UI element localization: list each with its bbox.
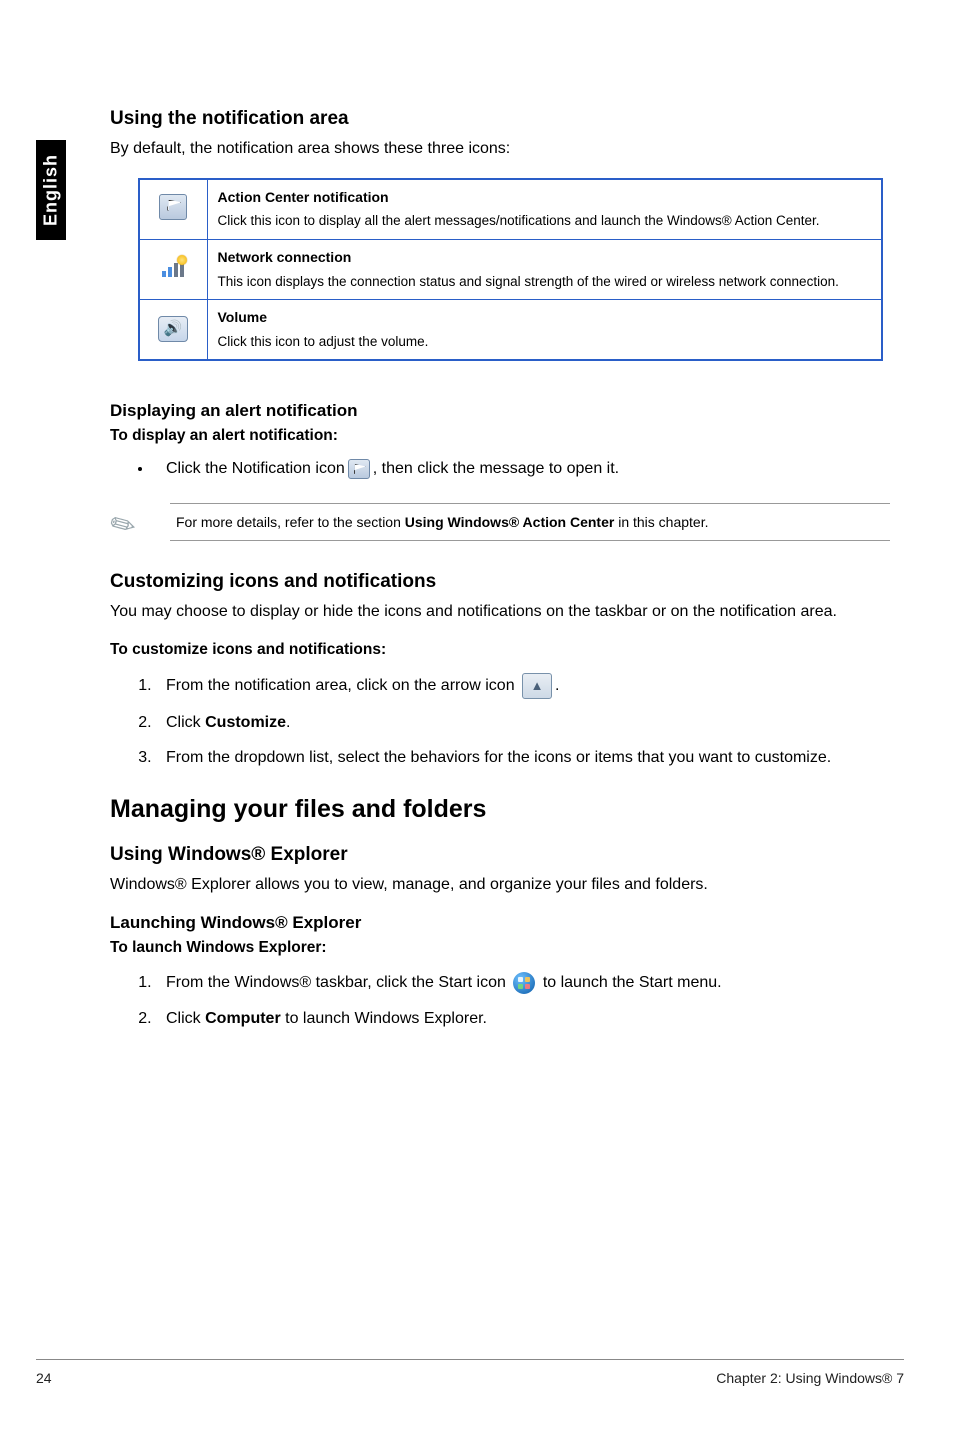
step-text-pre: From the Windows® taskbar, click the Sta… xyxy=(166,974,510,991)
network-icon xyxy=(159,255,187,279)
subhead-customize: To customize icons and notifications: xyxy=(110,641,890,659)
side-tab-english: English xyxy=(36,140,66,240)
text-customize-intro: You may choose to display or hide the ic… xyxy=(110,601,890,623)
step-text: From the dropdown list, select the behav… xyxy=(166,749,831,766)
arrow-up-icon: ▲ xyxy=(522,673,552,699)
row-title: Network connection xyxy=(218,248,872,267)
pencil-icon: ✎ xyxy=(105,498,156,545)
step-text-bold: Computer xyxy=(205,1010,281,1027)
cell-desc: Action Center notification Click this ic… xyxy=(207,179,882,240)
bullet-text-pre: Click the Notification icon xyxy=(166,460,345,478)
table-row: 🔊 Volume Click this icon to adjust the v… xyxy=(139,299,882,360)
customize-steps: From the notification area, click on the… xyxy=(110,673,890,769)
notification-icons-table: Action Center notification Click this ic… xyxy=(138,178,883,361)
step-text-bold: Customize xyxy=(205,714,286,731)
note-pre: For more details, refer to the section xyxy=(176,514,405,530)
list-item: From the notification area, click on the… xyxy=(156,673,890,699)
step-text-pre: Click xyxy=(166,714,205,731)
list-item: From the Windows® taskbar, click the Sta… xyxy=(156,971,890,994)
action-center-icon xyxy=(159,194,187,220)
bullet-dot-icon xyxy=(138,467,142,471)
text-explorer-intro: Windows® Explorer allows you to view, ma… xyxy=(110,874,890,896)
chapter-label: Chapter 2: Using Windows® 7 xyxy=(716,1370,904,1386)
launch-steps: From the Windows® taskbar, click the Sta… xyxy=(110,971,890,1029)
row-title: Volume xyxy=(218,308,872,327)
heading-customize: Customizing icons and notifications xyxy=(110,571,890,593)
cell-desc: Volume Click this icon to adjust the vol… xyxy=(207,299,882,360)
page-number: 24 xyxy=(36,1370,52,1386)
step-text-post: . xyxy=(286,714,290,731)
list-item: Click Computer to launch Windows Explore… xyxy=(156,1007,890,1030)
note-bold: Using Windows® Action Center xyxy=(405,514,615,530)
step-text-post: . xyxy=(555,677,559,694)
cell-icon xyxy=(139,179,207,240)
cell-icon xyxy=(139,239,207,299)
row-title: Action Center notification xyxy=(218,188,872,207)
note-post: in this chapter. xyxy=(614,514,708,530)
start-icon xyxy=(513,972,535,994)
step-text-pre: From the notification area, click on the… xyxy=(166,677,519,694)
note-content: For more details, refer to the section U… xyxy=(170,503,890,541)
heading-managing-files: Managing your files and folders xyxy=(110,795,890,824)
row-desc: This icon displays the connection status… xyxy=(218,274,839,289)
note-box: ✎ For more details, refer to the section… xyxy=(110,503,890,541)
step-text-pre: Click xyxy=(166,1010,205,1027)
subhead-display-alert: To display an alert notification: xyxy=(110,427,890,445)
row-desc: Click this icon to display all the alert… xyxy=(218,213,820,228)
notification-flag-icon xyxy=(348,459,370,479)
subhead-launch-explorer: To launch Windows Explorer: xyxy=(110,939,890,957)
page-footer: 24 Chapter 2: Using Windows® 7 xyxy=(36,1359,904,1386)
bullet-click-notification: Click the Notification icon , then click… xyxy=(138,459,890,479)
step-text-post: to launch the Start menu. xyxy=(543,974,722,991)
table-row: Network connection This icon displays th… xyxy=(139,239,882,299)
page-content: Using the notification area By default, … xyxy=(110,108,890,1056)
text-notif-intro: By default, the notification area shows … xyxy=(110,138,890,160)
step-text-post: to launch Windows Explorer. xyxy=(281,1010,487,1027)
heading-using-explorer: Using Windows® Explorer xyxy=(110,844,890,866)
volume-icon: 🔊 xyxy=(158,316,188,342)
cell-icon: 🔊 xyxy=(139,299,207,360)
cell-desc: Network connection This icon displays th… xyxy=(207,239,882,299)
bullet-text-post: , then click the message to open it. xyxy=(373,460,619,478)
list-item: From the dropdown list, select the behav… xyxy=(156,746,890,769)
heading-notification-area: Using the notification area xyxy=(110,108,890,130)
row-desc: Click this icon to adjust the volume. xyxy=(218,334,429,349)
table-row: Action Center notification Click this ic… xyxy=(139,179,882,240)
heading-launch-explorer: Launching Windows® Explorer xyxy=(110,913,890,933)
heading-display-alert: Displaying an alert notification xyxy=(110,401,890,421)
list-item: Click Customize. xyxy=(156,711,890,734)
